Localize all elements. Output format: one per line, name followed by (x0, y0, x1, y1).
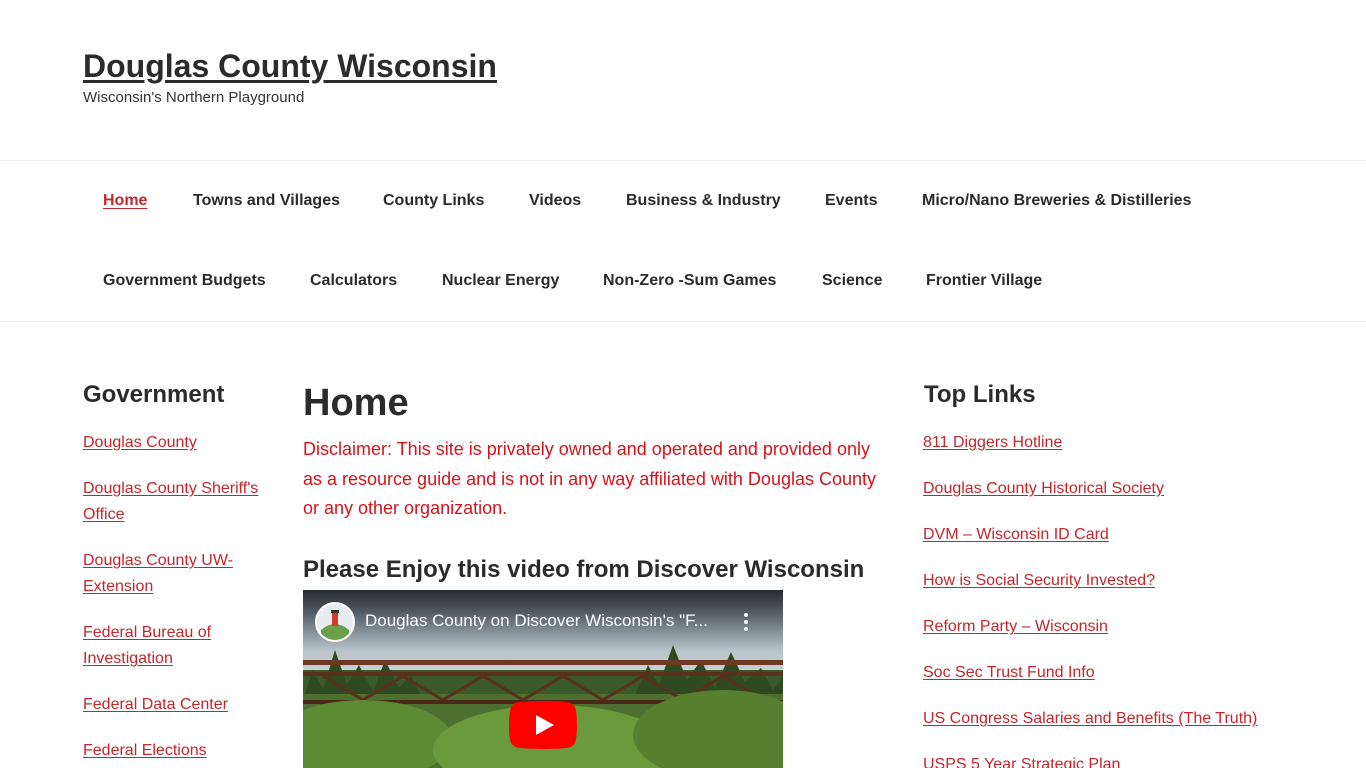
government-link[interactable]: Douglas County UW- Extension (83, 548, 233, 600)
top-link[interactable]: US Congress Salaries and Benefits (The T… (923, 706, 1257, 732)
link-line: Douglas County Sheriff's (83, 480, 259, 497)
link-line: Office (83, 506, 125, 523)
top-link[interactable]: USPS 5 Year Strategic Plan (923, 752, 1120, 768)
more-vertical-icon[interactable] (740, 612, 752, 632)
nav-item-frontier-village[interactable]: Frontier Village (926, 272, 1042, 290)
top-link[interactable]: Soc Sec Trust Fund Info (923, 660, 1095, 686)
top-link[interactable]: Reform Party – Wisconsin (923, 614, 1108, 640)
government-link[interactable]: Federal Elections (83, 738, 207, 764)
government-link[interactable]: Douglas County Sheriff's Office (83, 476, 258, 528)
link-line: Investigation (83, 650, 173, 667)
channel-logo-icon[interactable] (315, 602, 355, 642)
site-tagline: Wisconsin's Northern Playground (83, 89, 305, 106)
top-link[interactable]: How is Social Security Invested? (923, 568, 1155, 594)
nav-item-events[interactable]: Events (825, 192, 877, 210)
link-line: Federal Elections (83, 742, 207, 759)
main-navigation: Home Towns and Villages County Links Vid… (0, 160, 1366, 322)
link-line: Federal Data Center (83, 696, 228, 713)
government-link[interactable]: Douglas County (83, 430, 197, 456)
youtube-video-embed[interactable]: Douglas County on Discover Wisconsin's "… (303, 590, 783, 768)
video-heading: Please Enjoy this video from Discover Wi… (303, 556, 865, 583)
government-widget-title: Government (83, 381, 225, 408)
link-line: Federal Bureau of (83, 624, 212, 641)
nav-item-county-links[interactable]: County Links (383, 192, 484, 210)
link-line: Douglas County UW- (83, 552, 233, 569)
nav-item-science[interactable]: Science (822, 272, 882, 290)
link-line: Douglas County (83, 434, 197, 451)
top-link[interactable]: DVM – Wisconsin ID Card (923, 522, 1109, 548)
government-link[interactable]: Federal Bureau of Investigation (83, 620, 211, 672)
video-title[interactable]: Douglas County on Discover Wisconsin's "… (365, 611, 735, 631)
nav-item-government-budgets[interactable]: Government Budgets (103, 272, 266, 290)
top-links-widget-title: Top Links (924, 381, 1036, 408)
top-link[interactable]: 811 Diggers Hotline (923, 430, 1062, 456)
top-link[interactable]: Douglas County Historical Society (923, 476, 1164, 502)
site-title-link[interactable]: Douglas County Wisconsin (83, 48, 497, 85)
link-line: Extension (83, 578, 154, 595)
nav-item-home[interactable]: Home (103, 192, 147, 210)
site-header: Douglas County Wisconsin Wisconsin's Nor… (0, 0, 1366, 160)
youtube-play-icon[interactable] (509, 701, 577, 749)
nav-item-towns-and-villages[interactable]: Towns and Villages (193, 192, 340, 210)
nav-item-calculators[interactable]: Calculators (310, 272, 397, 290)
nav-item-business-industry[interactable]: Business & Industry (626, 192, 781, 210)
nav-item-breweries-distilleries[interactable]: Micro/Nano Breweries & Distilleries (922, 192, 1191, 210)
disclaimer-text: Disclaimer: This site is privately owned… (303, 439, 877, 518)
nav-item-nuclear-energy[interactable]: Nuclear Energy (442, 272, 559, 290)
nav-item-videos[interactable]: Videos (529, 192, 581, 210)
nav-item-non-zero-sum-games[interactable]: Non-Zero -Sum Games (603, 272, 776, 290)
page-title: Home (303, 382, 409, 424)
government-link[interactable]: Federal Data Center (83, 692, 228, 718)
